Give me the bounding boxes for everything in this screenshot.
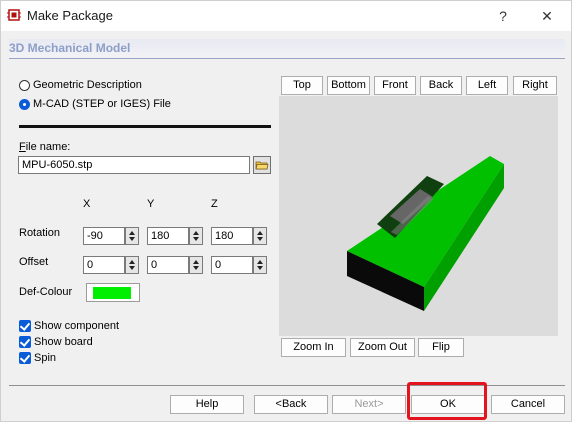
def-colour-swatch[interactable] xyxy=(86,283,140,302)
radio-button[interactable] xyxy=(19,79,30,91)
package-3d-render xyxy=(347,156,504,311)
help-title-button[interactable]: ? xyxy=(483,5,523,27)
checkbox[interactable] xyxy=(19,320,31,332)
view-right-button[interactable]: Right xyxy=(513,76,557,95)
view-front-button[interactable]: Front xyxy=(374,76,416,95)
zoom-in-button[interactable]: Zoom In xyxy=(281,338,346,357)
view-left-button[interactable]: Left xyxy=(466,76,508,95)
axis-x-label: X xyxy=(83,198,91,210)
folder-icon xyxy=(255,161,269,170)
offset-label: Offset xyxy=(19,256,49,268)
offset-z-spinner[interactable] xyxy=(253,256,267,274)
radio-label: Geometric Description xyxy=(33,79,142,91)
axis-z-label: Z xyxy=(211,198,218,210)
flip-button[interactable]: Flip xyxy=(418,338,464,357)
close-icon[interactable]: ✕ xyxy=(527,5,567,27)
checkbox-label: Spin xyxy=(34,352,57,364)
rotation-z-spinner[interactable] xyxy=(253,227,267,245)
offset-x-input[interactable]: 0 xyxy=(83,256,125,274)
chip-app-icon xyxy=(7,9,21,21)
window-title: Make Package xyxy=(27,8,113,23)
title-bar: Make Package ? ✕ xyxy=(1,1,571,31)
file-name-input[interactable]: MPU-6050.stp xyxy=(18,156,250,174)
checkbox-label: Show board xyxy=(34,336,93,348)
show-board-checkbox[interactable]: Show board xyxy=(19,335,93,349)
rotation-z-input[interactable]: 180 xyxy=(211,227,253,245)
radio-label: M-CAD (STEP or IGES) File xyxy=(33,98,171,110)
section-header: 3D Mechanical Model xyxy=(9,39,565,59)
offset-z-input[interactable]: 0 xyxy=(211,256,253,274)
offset-y-input[interactable]: 0 xyxy=(147,256,189,274)
help-button[interactable]: Help xyxy=(170,395,244,414)
rotation-x-spinner[interactable] xyxy=(125,227,139,245)
rotation-y-input[interactable]: 180 xyxy=(147,227,189,245)
def-colour-label: Def-Colour xyxy=(19,286,73,298)
radio-mcad-file[interactable]: M-CAD (STEP or IGES) File xyxy=(19,96,171,112)
rotation-x-input[interactable]: -90 xyxy=(83,227,125,245)
rotation-y-spinner[interactable] xyxy=(189,227,203,245)
spin-checkbox[interactable]: Spin xyxy=(19,351,56,365)
view-back-button[interactable]: Back xyxy=(420,76,462,95)
browse-folder-button[interactable] xyxy=(253,156,271,174)
next-button: Next> xyxy=(332,395,406,414)
radio-geometric-description[interactable]: Geometric Description xyxy=(19,77,142,93)
back-button[interactable]: <Back xyxy=(254,395,328,414)
show-component-checkbox[interactable]: Show component xyxy=(19,319,119,333)
file-name-label: File name: xyxy=(19,141,71,153)
checkbox[interactable] xyxy=(19,336,31,348)
radio-button[interactable] xyxy=(19,98,30,110)
3d-preview-panel[interactable] xyxy=(279,96,558,336)
ok-highlight-box xyxy=(407,382,487,420)
section-title: 3D Mechanical Model xyxy=(9,41,131,55)
view-top-button[interactable]: Top xyxy=(281,76,323,95)
divider xyxy=(19,125,271,128)
colour-fill xyxy=(93,287,131,299)
rotation-label: Rotation xyxy=(19,227,60,239)
axis-y-label: Y xyxy=(147,198,155,210)
offset-y-spinner[interactable] xyxy=(189,256,203,274)
cancel-button[interactable]: Cancel xyxy=(491,395,565,414)
view-bottom-button[interactable]: Bottom xyxy=(327,76,370,95)
offset-x-spinner[interactable] xyxy=(125,256,139,274)
checkbox[interactable] xyxy=(19,352,31,364)
make-package-dialog: Make Package ? ✕ 3D Mechanical Model Geo… xyxy=(0,0,572,422)
checkbox-label: Show component xyxy=(34,320,119,332)
zoom-out-button[interactable]: Zoom Out xyxy=(350,338,415,357)
